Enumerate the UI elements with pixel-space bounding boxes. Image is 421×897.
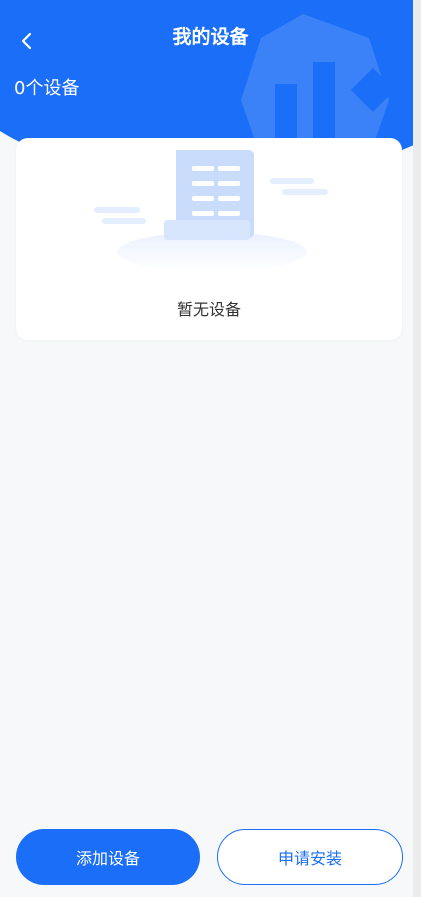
device-count: 0个设备 bbox=[14, 78, 80, 99]
add-device-button[interactable]: 添加设备 bbox=[16, 829, 200, 885]
empty-document-icon bbox=[94, 150, 328, 272]
device-list-card: 暂无设备 bbox=[16, 138, 402, 340]
empty-state-text: 暂无设备 bbox=[176, 300, 241, 319]
apply-install-button[interactable]: 申请安装 bbox=[217, 829, 403, 885]
page-title: 我的设备 bbox=[172, 26, 249, 48]
scrollbar[interactable] bbox=[413, 0, 421, 897]
